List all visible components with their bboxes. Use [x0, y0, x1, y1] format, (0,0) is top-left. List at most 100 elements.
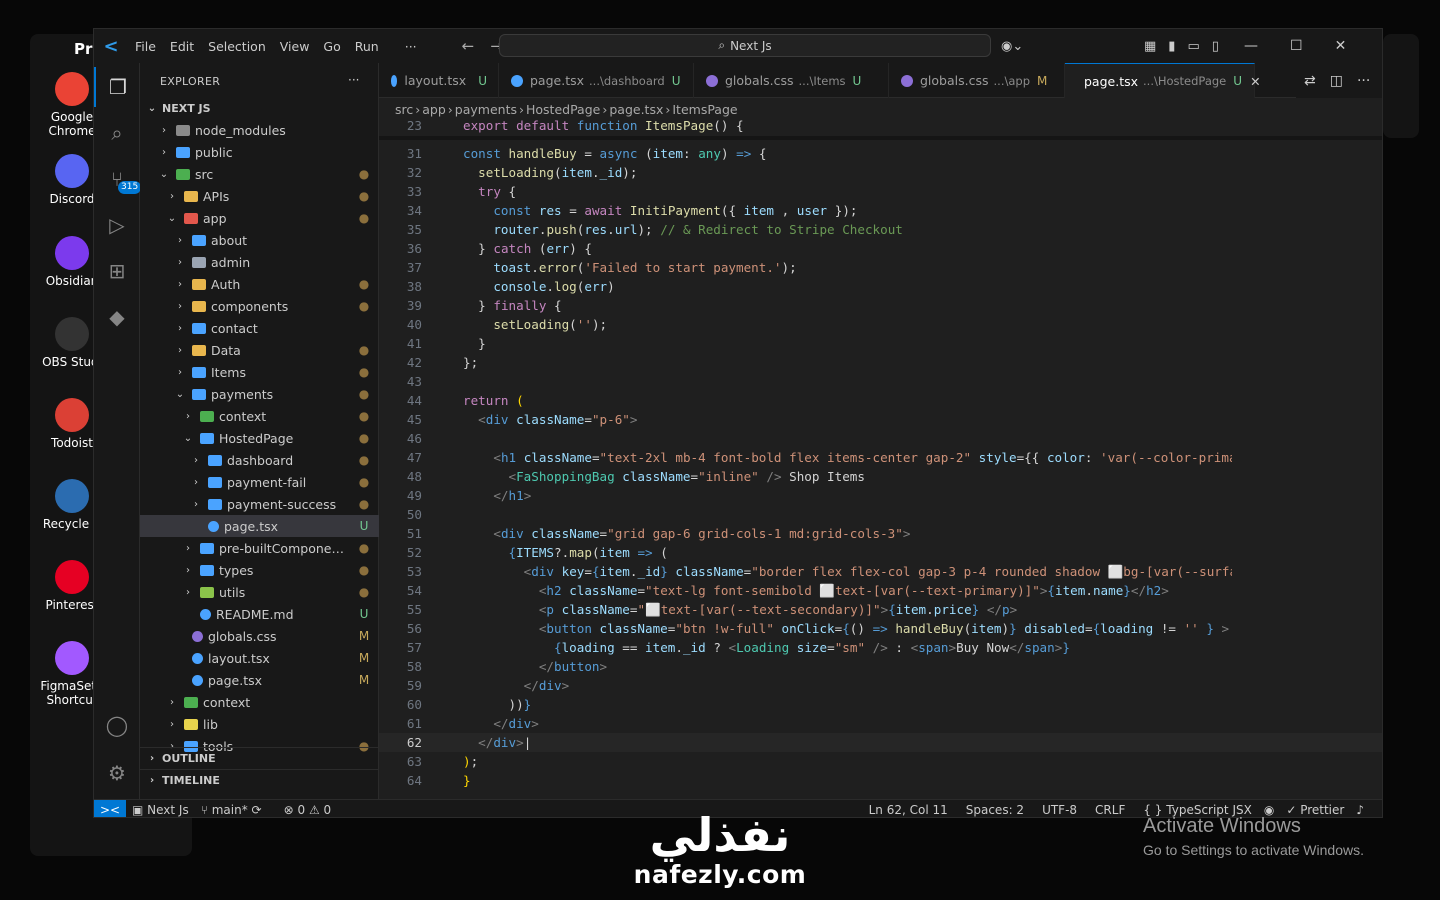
maximize-icon[interactable]: ☐ — [1290, 38, 1303, 54]
tree-item-page-tsx[interactable]: page.tsx U — [140, 515, 379, 537]
source-control-icon[interactable]: ⑂ 315 — [94, 159, 142, 199]
run-debug-icon[interactable]: ▷ — [94, 205, 140, 245]
menu-item-selection[interactable]: Selection — [201, 39, 273, 54]
extensions-icon[interactable]: ⊞ — [94, 251, 140, 291]
tree-item-payment-success[interactable]: › payment-success ● — [140, 493, 379, 515]
settings-gear-icon[interactable]: ⚙ — [94, 753, 140, 793]
menu-item-more[interactable]: ··· — [398, 39, 424, 54]
breadcrumb-item[interactable]: ItemsPage — [672, 102, 737, 117]
workspace-root[interactable]: ⌄ NEXT JS — [140, 97, 379, 119]
compare-changes-icon[interactable]: ⇄ — [1304, 73, 1316, 89]
breadcrumb-item[interactable]: src — [395, 102, 413, 117]
menu-item-go[interactable]: Go — [316, 39, 347, 54]
tree-item-public[interactable]: › public — [140, 141, 379, 163]
tree-item-hostedpage[interactable]: ⌄ HostedPage ● — [140, 427, 379, 449]
breadcrumb-item[interactable]: page.tsx — [609, 102, 663, 117]
remote-indicator[interactable]: >< — [94, 799, 126, 817]
chevron-right-icon: › — [186, 564, 190, 576]
tree-item-lib[interactable]: › lib — [140, 713, 379, 735]
copilot-icon[interactable]: ◉⌄ — [1001, 29, 1023, 63]
tree-item-payment-fail[interactable]: › payment-fail ● — [140, 471, 379, 493]
tree-item-pre-builtcomponen-[interactable]: › pre-builtComponen... ● — [140, 537, 379, 559]
tab-description: ...\Items — [798, 73, 846, 88]
outline-section[interactable]: › OUTLINE — [140, 747, 379, 769]
tree-item-globals-css[interactable]: globals.css M — [140, 625, 379, 647]
timeline-section[interactable]: › TIMELINE — [140, 769, 379, 791]
breadcrumb-item[interactable]: HostedPage — [526, 102, 600, 117]
code-line: 44 return ( — [379, 391, 1382, 410]
branch-status[interactable]: ⑂ main* ⟳ — [195, 803, 268, 817]
toggle-sidebar-icon[interactable]: ▮ — [1168, 39, 1175, 54]
project-status[interactable]: ▣ Next Js — [126, 803, 195, 817]
tab-label: globals.css — [920, 73, 989, 88]
sync-icon: ⟳ — [251, 802, 262, 817]
tree-item-context[interactable]: › context ● — [140, 405, 379, 427]
close-tab-icon[interactable]: ✕ — [1250, 74, 1260, 89]
tree-item-dashboard[interactable]: › dashboard ● — [140, 449, 379, 471]
editor-tab-page-tsx-4[interactable]: page.tsx ...\HostedPage U ✕ — [1065, 63, 1261, 98]
editor-tab-globals-css-2[interactable]: globals.css ...\Items U — [694, 63, 889, 98]
tree-item-auth[interactable]: › Auth ● — [140, 273, 379, 295]
explorer-more-icon[interactable]: ··· — [348, 73, 359, 87]
split-editor-icon[interactable]: ◫ — [1330, 73, 1343, 89]
tree-item-admin[interactable]: › admin — [140, 251, 379, 273]
git-status: ● — [358, 277, 370, 291]
menu-item-edit[interactable]: Edit — [163, 39, 201, 54]
tree-item-context[interactable]: › context — [140, 691, 379, 713]
tree-item-page-tsx[interactable]: page.tsx M — [140, 669, 379, 691]
explorer-sidebar: EXPLORER ··· ⌄ NEXT JS › node_modules › pub… — [140, 63, 379, 799]
breadcrumb-item[interactable]: payments — [455, 102, 517, 117]
tree-item-layout-tsx[interactable]: layout.tsx M — [140, 647, 379, 669]
tree-item-utils[interactable]: › utils ● — [140, 581, 379, 603]
tree-item-contact[interactable]: › contact — [140, 317, 379, 339]
editor-actions: ⇄ ◫ ··· — [1296, 63, 1382, 98]
tree-item-items[interactable]: › Items ● — [140, 361, 379, 383]
tree-item-payments[interactable]: ⌄ payments ● — [140, 383, 379, 405]
line-number: 31 — [406, 146, 422, 161]
tree-item-app[interactable]: ⌄ app ● — [140, 207, 379, 229]
problems-status[interactable]: ⊗ 0 ⚠ 0 — [278, 803, 338, 817]
tree-item-apis[interactable]: › APIs ● — [140, 185, 379, 207]
explorer-icon[interactable]: ❐ — [94, 67, 140, 107]
folder-icon — [184, 190, 198, 202]
tree-item-components[interactable]: › components ● — [140, 295, 379, 317]
tree-item-label: Items — [211, 364, 246, 380]
tree-item-node-modules[interactable]: › node_modules — [140, 119, 379, 141]
tree-item-about[interactable]: › about — [140, 229, 379, 251]
cursor-position[interactable]: Ln 62, Col 11 — [863, 803, 954, 817]
close-window-icon[interactable]: ✕ — [1335, 38, 1347, 54]
nafezly-logo-latin: nafezly.com — [633, 860, 807, 889]
tree-item-data[interactable]: › Data ● — [140, 339, 379, 361]
editor-tab-page-tsx-1[interactable]: page.tsx ...\dashboard U — [499, 63, 694, 98]
tree-item-src[interactable]: ⌄ src ● — [140, 163, 379, 185]
editor-tab-globals-css-3[interactable]: globals.css ...\app M — [889, 63, 1065, 98]
back-arrow-icon[interactable]: ← — [454, 37, 483, 55]
end-of-line[interactable]: CRLF — [1089, 803, 1131, 817]
editor-more-icon[interactable]: ··· — [1357, 73, 1370, 89]
command-center[interactable]: ⌕ Next Js — [499, 34, 991, 57]
python-icon[interactable]: ◆ — [94, 297, 140, 337]
toggle-panel-icon[interactable]: ▭ — [1187, 39, 1199, 54]
minimize-icon[interactable]: — — [1244, 38, 1258, 54]
error-count: 0 — [297, 802, 306, 817]
line-number: 64 — [406, 773, 422, 788]
encoding[interactable]: UTF-8 — [1036, 803, 1083, 817]
editor-tab-layout-tsx[interactable]: layout.tsx U — [379, 63, 499, 98]
tree-item-types[interactable]: › types ● — [140, 559, 379, 581]
layout-customize-icon[interactable]: ▦ — [1144, 39, 1156, 54]
chevron-right-icon: › — [178, 278, 182, 290]
accounts-icon[interactable]: ◯ — [94, 705, 140, 745]
indentation[interactable]: Spaces: 2 — [960, 803, 1030, 817]
tree-item-readme-md[interactable]: README.md U — [140, 603, 379, 625]
menu-item-view[interactable]: View — [273, 39, 317, 54]
menu-item-file[interactable]: File — [128, 39, 163, 54]
code-editor[interactable]: 23 export default function ItemsPage() {3… — [379, 120, 1382, 799]
menu-item-run[interactable]: Run — [348, 39, 386, 54]
tree-item-label: admin — [211, 254, 251, 270]
tree-item-label: APIs — [203, 188, 230, 204]
breadcrumb-item[interactable]: app — [422, 102, 446, 117]
title-bar: < File Edit Selection View Go Run ··· ← → ⌕ Ne… — [94, 29, 1382, 63]
toggle-secondary-sidebar-icon[interactable]: ▯ — [1212, 39, 1219, 54]
line-content: return ( — [463, 393, 524, 408]
search-view-icon[interactable]: ⌕ — [94, 113, 140, 153]
